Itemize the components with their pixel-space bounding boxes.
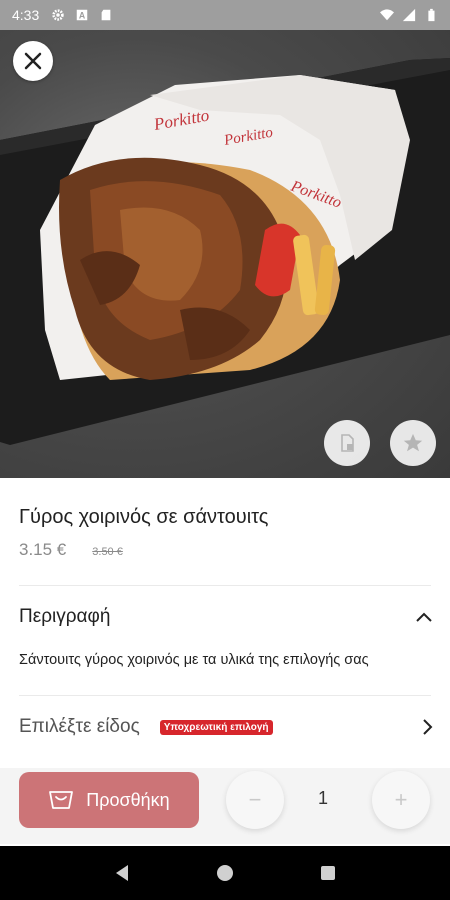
star-icon bbox=[403, 433, 423, 452]
decrease-quantity-button[interactable]: − bbox=[226, 771, 284, 829]
increase-quantity-button[interactable]: + bbox=[372, 771, 430, 829]
favorite-button[interactable] bbox=[390, 420, 436, 466]
recents-icon bbox=[321, 866, 336, 880]
product-image: Porkitto Porkitto Porkitto bbox=[0, 30, 450, 478]
product-price: 3.15 € bbox=[19, 540, 67, 559]
system-nav-bar bbox=[0, 846, 450, 900]
choose-type-row[interactable]: Επιλέξτε είδος Υποχρεωτική επιλογή bbox=[19, 716, 433, 738]
gear-icon bbox=[52, 9, 64, 21]
add-to-cart-label: Προσθήκη bbox=[86, 789, 170, 810]
chevron-right-icon bbox=[423, 719, 433, 735]
cart-action-bar: Προσθήκη − 1 + bbox=[0, 768, 450, 844]
document-button[interactable] bbox=[324, 420, 370, 466]
divider bbox=[19, 585, 431, 586]
status-bar: 4:33 A bbox=[0, 0, 450, 30]
status-time: 4:33 bbox=[12, 7, 40, 23]
add-to-cart-button[interactable]: Προσθήκη bbox=[19, 772, 199, 828]
battery-icon bbox=[428, 8, 435, 22]
home-icon bbox=[216, 865, 233, 881]
chevron-up-icon bbox=[416, 612, 432, 622]
close-button[interactable] bbox=[13, 41, 53, 81]
cart-icon bbox=[49, 791, 74, 809]
svg-text:A: A bbox=[79, 11, 86, 21]
quantity-value: 1 bbox=[318, 788, 329, 808]
back-icon bbox=[115, 865, 128, 881]
price-row: 3.15 € 3.50 € bbox=[19, 540, 123, 560]
product-old-price: 3.50 € bbox=[92, 546, 123, 558]
nav-recents-button[interactable] bbox=[317, 862, 339, 884]
document-icon bbox=[341, 434, 354, 452]
description-text: Σάντουιτς γύρος χοιρινός με τα υλικά της… bbox=[19, 652, 369, 668]
signal-icon bbox=[402, 8, 416, 22]
wifi-icon bbox=[380, 9, 394, 21]
nav-back-button[interactable] bbox=[111, 862, 133, 884]
description-toggle[interactable]: Περιγραφή bbox=[19, 606, 433, 628]
product-title: Γύρος χοιρινός σε σάντουιτς bbox=[19, 506, 269, 528]
a-box-icon: A bbox=[77, 9, 88, 21]
sd-card-icon bbox=[101, 9, 111, 21]
nav-home-button[interactable] bbox=[214, 862, 236, 884]
description-heading: Περιγραφή bbox=[19, 606, 111, 627]
required-badge: Υποχρεωτική επιλογή bbox=[159, 719, 273, 735]
gyro-photo: Porkitto Porkitto Porkitto bbox=[0, 58, 450, 445]
divider bbox=[19, 695, 431, 696]
choose-type-label: Επιλέξτε είδος bbox=[19, 716, 140, 737]
close-icon bbox=[24, 52, 42, 70]
